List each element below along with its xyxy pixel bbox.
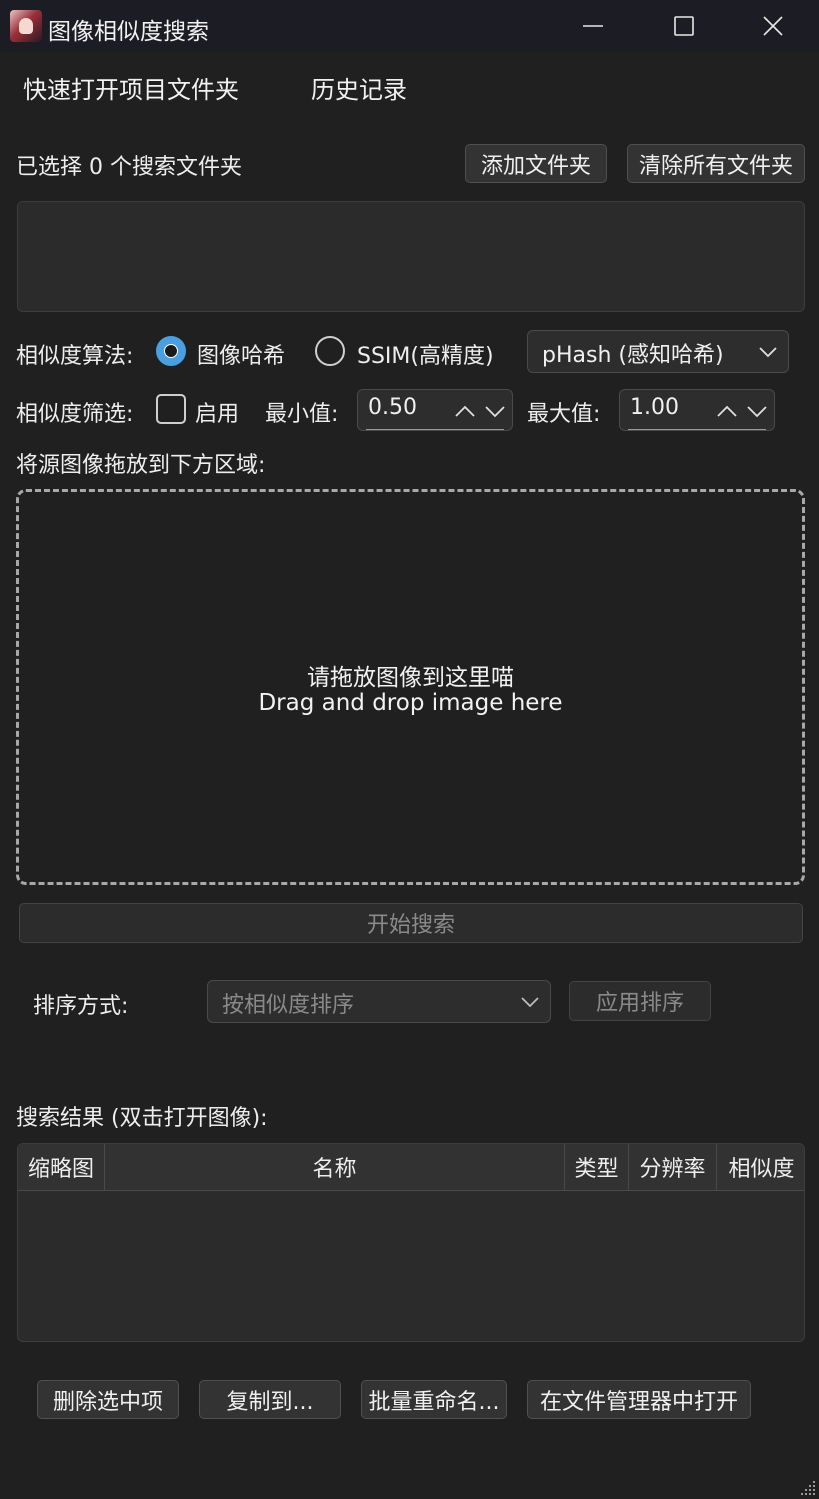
selected-folders-text: 已选择 0 个搜索文件夹: [16, 155, 242, 180]
results-table-header: 缩略图 名称 类型 分辨率 相似度: [18, 1144, 804, 1191]
column-header-similarity[interactable]: 相似度: [717, 1144, 804, 1190]
app-icon: [10, 10, 42, 42]
filter-label: 相似度筛选:: [16, 402, 134, 427]
column-header-thumbnail[interactable]: 缩略图: [18, 1144, 105, 1190]
batch-rename-button[interactable]: 批量重命名...: [361, 1380, 507, 1419]
max-value: 1.00: [630, 395, 679, 420]
close-button[interactable]: [727, 0, 819, 52]
radio-ssim[interactable]: [315, 336, 345, 366]
menu-quick-open-folder[interactable]: 快速打开项目文件夹: [23, 70, 239, 105]
sort-label: 排序方式:: [33, 994, 129, 1019]
maximize-icon: [674, 16, 694, 36]
column-header-resolution[interactable]: 分辨率: [629, 1144, 717, 1190]
filter-enable-label[interactable]: 启用: [195, 396, 239, 428]
app-window: 图像相似度搜索 快速打开项目文件夹 历史记录 已选择 0 个搜索文件夹 添加文件…: [0, 0, 819, 1499]
radio-ssim-label[interactable]: SSIM(高精度): [357, 338, 494, 370]
sort-value: 按相似度排序: [222, 993, 355, 1018]
hash-method-select[interactable]: pHash (感知哈希): [527, 330, 789, 373]
add-folder-button[interactable]: 添加文件夹: [465, 144, 607, 183]
hash-method-value: pHash (感知哈希): [542, 343, 724, 368]
drop-hint-cn: 请拖放图像到这里喵: [307, 665, 514, 691]
chevron-down-icon: [759, 347, 777, 358]
drop-area-label: 将源图像拖放到下方区域:: [16, 453, 266, 478]
chevron-down-icon[interactable]: [484, 402, 506, 420]
image-drop-zone[interactable]: 请拖放图像到这里喵 Drag and drop image here: [16, 489, 805, 885]
algorithm-label: 相似度算法:: [16, 344, 134, 369]
maximize-button[interactable]: [638, 0, 730, 52]
spinbox-underline: [628, 429, 766, 430]
results-label: 搜索结果 (双击打开图像):: [16, 1106, 268, 1131]
folder-list[interactable]: [17, 201, 805, 312]
min-value-label: 最小值:: [265, 402, 339, 427]
radio-image-hash[interactable]: [156, 336, 186, 366]
chevron-up-icon[interactable]: [454, 402, 476, 420]
min-value-spinbox[interactable]: 0.50: [357, 389, 513, 431]
results-table[interactable]: 缩略图 名称 类型 分辨率 相似度: [17, 1143, 805, 1342]
spinbox-underline: [366, 429, 504, 430]
menu-history[interactable]: 历史记录: [311, 70, 407, 105]
chevron-up-icon[interactable]: [716, 402, 738, 420]
delete-selected-button[interactable]: 删除选中项: [37, 1380, 179, 1419]
sort-select[interactable]: 按相似度排序: [207, 980, 551, 1023]
open-in-explorer-button[interactable]: 在文件管理器中打开: [527, 1380, 751, 1419]
filter-enable-checkbox[interactable]: [156, 394, 186, 424]
column-header-name[interactable]: 名称: [105, 1144, 565, 1190]
window-title: 图像相似度搜索: [48, 19, 209, 45]
copy-to-button[interactable]: 复制到...: [199, 1380, 341, 1419]
close-icon: [763, 16, 783, 36]
chevron-down-icon[interactable]: [746, 402, 768, 420]
chevron-down-icon: [521, 997, 539, 1008]
apply-sort-button[interactable]: 应用排序: [569, 981, 711, 1021]
clear-folders-button[interactable]: 清除所有文件夹: [627, 144, 805, 183]
start-search-button[interactable]: 开始搜索: [19, 903, 803, 943]
min-value: 0.50: [368, 395, 417, 420]
resize-grip-icon[interactable]: [801, 1481, 817, 1497]
max-value-spinbox[interactable]: 1.00: [619, 389, 775, 431]
minimize-icon: [583, 25, 603, 27]
max-value-label: 最大值:: [527, 402, 601, 427]
column-header-type[interactable]: 类型: [565, 1144, 629, 1190]
radio-image-hash-label[interactable]: 图像哈希: [197, 338, 285, 370]
title-bar: 图像相似度搜索: [0, 0, 819, 52]
drop-hint-en: Drag and drop image here: [258, 690, 563, 716]
minimize-button[interactable]: [547, 0, 639, 52]
